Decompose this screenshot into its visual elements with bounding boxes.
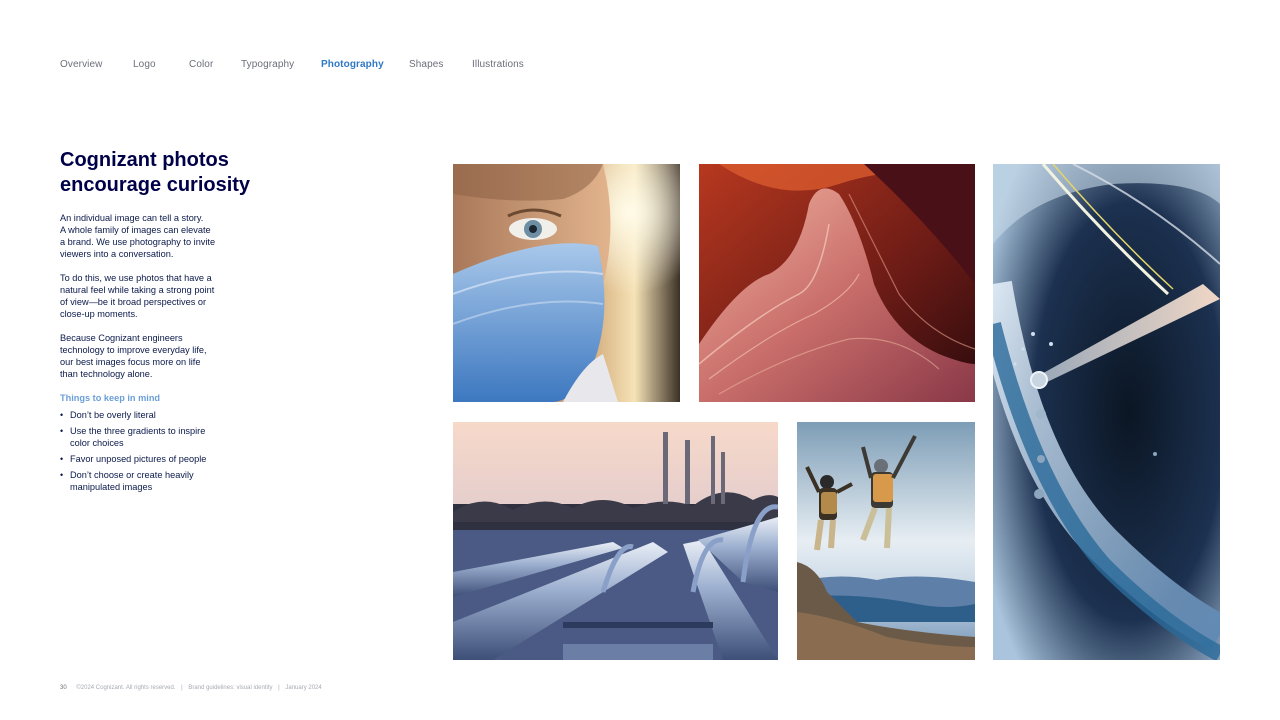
bullet-icon: • bbox=[60, 426, 64, 436]
list-item-text: Favor unposed pictures of people bbox=[70, 454, 207, 464]
footer-separator: | bbox=[278, 685, 280, 691]
lab-droplet-photo bbox=[993, 164, 1220, 660]
pipelines-photo bbox=[453, 422, 778, 660]
list-item: • Don’t be overly literal bbox=[60, 409, 280, 421]
pipelines-image bbox=[453, 422, 778, 660]
paragraph-line: our best images focus more on life bbox=[60, 357, 201, 367]
page-number: 30 bbox=[60, 685, 67, 691]
paragraph-line: technology to improve everyday life, bbox=[60, 345, 207, 355]
document-date: January 2024 bbox=[285, 685, 322, 691]
focus-paragraph: Because Cognizant engineers technology t… bbox=[60, 332, 260, 380]
canyon-photo bbox=[699, 164, 975, 402]
page-title-line: Cognizant photos bbox=[60, 149, 229, 171]
copyright-text: ©2024 Cognizant. All rights reserved. bbox=[76, 685, 176, 691]
paragraph-line: a brand. We use photography to invite bbox=[60, 237, 216, 247]
paragraph-line: close-up moments. bbox=[60, 309, 138, 319]
paragraph-line: Because Cognizant engineers bbox=[60, 333, 183, 343]
footer-separator: | bbox=[181, 685, 183, 691]
nav-logo[interactable]: Logo bbox=[133, 59, 156, 70]
jumping-hikers-photo bbox=[797, 422, 975, 660]
footer: 30 ©2024 Cognizant. All rights reserved.… bbox=[60, 685, 322, 695]
intro-paragraph: An individual image can tell a story. A … bbox=[60, 212, 260, 260]
page-title: Cognizant photos encourage curiosity bbox=[60, 148, 360, 198]
bullet-icon: • bbox=[60, 470, 64, 480]
paragraph-line: of view—be it broad perspectives or bbox=[60, 297, 207, 307]
list-item: • Don’t choose or create heavily manipul… bbox=[60, 469, 280, 493]
list-item: • Use the three gradients to inspire col… bbox=[60, 425, 280, 449]
list-item-text: manipulated images bbox=[70, 482, 153, 492]
guidelines-list: • Don’t be overly literal • Use the thre… bbox=[60, 409, 280, 497]
paragraph-line: viewers into a conversation. bbox=[60, 249, 174, 259]
approach-paragraph: To do this, we use photos that have a na… bbox=[60, 272, 260, 320]
document-title: Brand guidelines: visual identity bbox=[188, 685, 273, 691]
nav-illustrations[interactable]: Illustrations bbox=[472, 59, 524, 70]
masked-person-photo bbox=[453, 164, 680, 402]
paragraph-line: natural feel while taking a strong point bbox=[60, 285, 215, 295]
lab-droplet-image bbox=[993, 164, 1220, 660]
nav-color[interactable]: Color bbox=[189, 59, 213, 70]
nav-shapes[interactable]: Shapes bbox=[409, 59, 444, 70]
paragraph-line: than technology alone. bbox=[60, 369, 153, 379]
things-to-keep-in-mind-heading: Things to keep in mind bbox=[60, 393, 161, 403]
nav-overview[interactable]: Overview bbox=[60, 59, 102, 70]
paragraph-line: A whole family of images can elevate bbox=[60, 225, 211, 235]
page-title-line: encourage curiosity bbox=[60, 174, 251, 196]
list-item-text: color choices bbox=[70, 438, 124, 448]
bullet-icon: • bbox=[60, 410, 64, 420]
bullet-icon: • bbox=[60, 454, 64, 464]
list-item-text: Use the three gradients to inspire bbox=[70, 426, 206, 436]
nav-typography[interactable]: Typography bbox=[241, 59, 294, 70]
paragraph-line: To do this, we use photos that have a bbox=[60, 273, 212, 283]
nav-photography[interactable]: Photography bbox=[321, 59, 384, 70]
canyon-image bbox=[699, 164, 975, 402]
paragraph-line: An individual image can tell a story. bbox=[60, 213, 204, 223]
list-item-text: Don’t be overly literal bbox=[70, 410, 156, 420]
jumping-hikers-image bbox=[797, 422, 975, 660]
masked-person-image bbox=[453, 164, 680, 402]
list-item: • Favor unposed pictures of people bbox=[60, 453, 280, 465]
list-item-text: Don’t choose or create heavily bbox=[70, 470, 194, 480]
